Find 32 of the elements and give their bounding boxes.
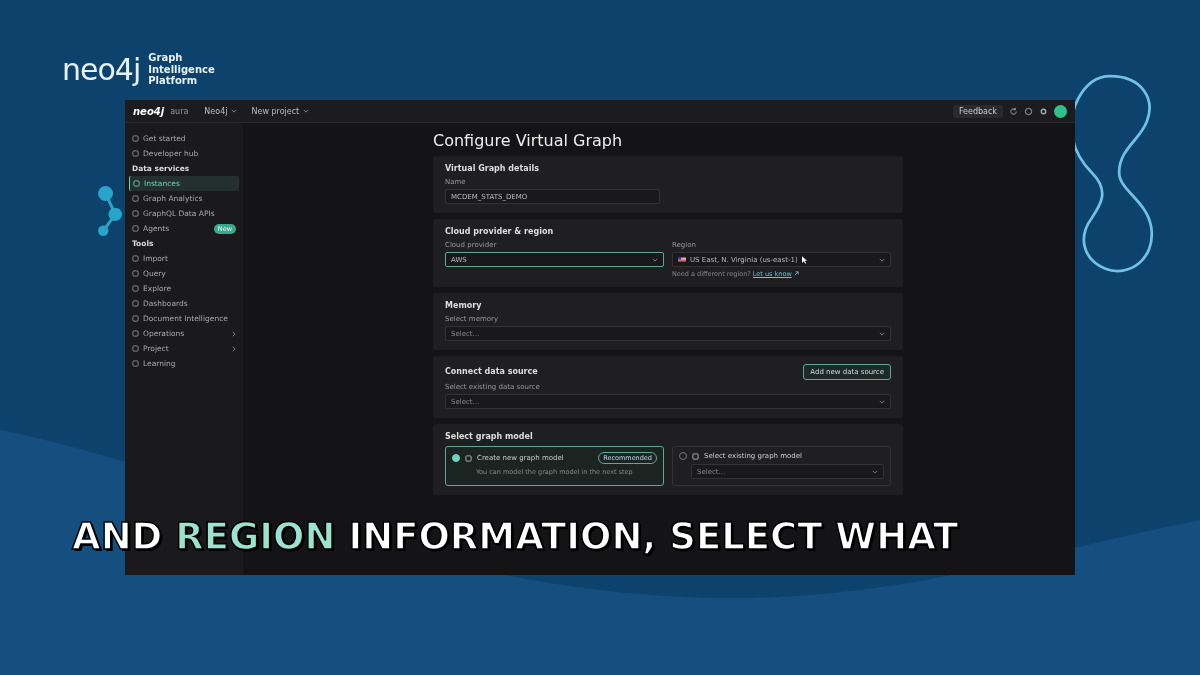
external-link-icon bbox=[793, 271, 799, 276]
product-label: aura bbox=[170, 106, 189, 116]
chevron-down-icon bbox=[303, 109, 310, 113]
chevron-right-icon bbox=[232, 345, 236, 352]
chevron-down-icon bbox=[652, 257, 658, 262]
page-title: Configure Virtual Graph bbox=[433, 131, 624, 150]
subtitle-caption: AND REGION INFORMATION, SELECT WHAT bbox=[72, 515, 959, 558]
section-heading: Virtual Graph details bbox=[445, 164, 540, 173]
settings-icon[interactable] bbox=[1039, 106, 1048, 116]
chevron-down-icon bbox=[879, 331, 885, 336]
section-heading: Connect data source bbox=[445, 366, 538, 376]
chevron-down-icon bbox=[879, 399, 885, 404]
section-heading: Select graph model bbox=[445, 432, 534, 441]
brand-wordmark: neo4j bbox=[62, 52, 141, 87]
refresh-icon[interactable] bbox=[1009, 106, 1018, 116]
app-logo: neo4j bbox=[133, 105, 165, 117]
chevron-down-icon bbox=[879, 257, 885, 262]
flag-icon bbox=[678, 257, 686, 262]
avatar[interactable] bbox=[1054, 104, 1067, 118]
mouse-pointer-icon bbox=[801, 255, 807, 264]
feedback-button[interactable]: Feedback bbox=[952, 104, 1003, 118]
breadcrumb-dropdown[interactable]: Neo4j bbox=[200, 106, 242, 116]
brand-tagline: Graph Intelligence Platform bbox=[148, 52, 216, 87]
help-icon[interactable] bbox=[1024, 106, 1033, 116]
section-heading: Memory bbox=[445, 301, 483, 310]
section-heading: Cloud provider & region bbox=[445, 227, 555, 236]
chevron-down-icon bbox=[231, 109, 238, 113]
chevron-down-icon bbox=[872, 469, 878, 474]
breadcrumb-dropdown[interactable]: New project bbox=[247, 106, 314, 116]
radio-button[interactable] bbox=[452, 454, 460, 462]
chevron-right-icon bbox=[232, 330, 236, 337]
node-cluster-drawing bbox=[98, 186, 122, 236]
